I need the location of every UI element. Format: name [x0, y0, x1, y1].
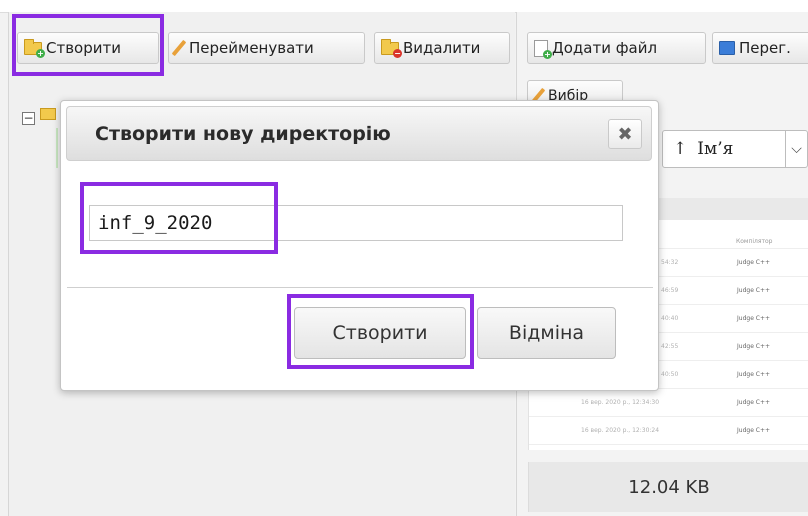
dialog-create-button[interactable]: Створити [294, 307, 466, 359]
dialog-divider [67, 287, 653, 288]
rename-button[interactable]: Перейменувати [168, 32, 365, 64]
dialog-create-label: Створити [332, 322, 428, 344]
pencil-icon [171, 39, 187, 57]
tree-collapse-toggle[interactable]: − [22, 112, 35, 125]
row-date: 40:50 [661, 371, 679, 378]
file-add-icon: + [534, 39, 552, 59]
view-button[interactable]: Перег. [712, 32, 808, 64]
view-label: Перег. [739, 39, 791, 57]
row-compiler: Judge C++ [737, 427, 771, 434]
create-folder-label: Створити [46, 39, 121, 57]
dialog-title: Створити нову директорію [95, 123, 391, 145]
dialog-cancel-label: Відміна [508, 322, 585, 344]
dialog-titlebar: Створити нову директорію ✖ [66, 106, 652, 161]
rename-label: Перейменувати [189, 39, 314, 57]
row-date: 42:55 [661, 343, 679, 350]
chevron-down-icon: ⌵ [785, 131, 807, 167]
row-date: 16 вер. 2020 р., 12:34:30 [581, 399, 660, 406]
view-icon [719, 41, 735, 55]
row-compiler: Judge C++ [737, 371, 771, 378]
row-date: 40:40 [661, 315, 679, 322]
new-directory-dialog: Створити нову директорію ✖ inf_9_2020 Ст… [60, 100, 659, 391]
table-row[interactable]: 16 вер. 2020 р., 12:34:30 Judge C++ [529, 389, 808, 417]
column-header-compiler: Компілятор [736, 238, 773, 245]
row-compiler: Judge C++ [737, 343, 771, 350]
row-date: 54:32 [661, 259, 679, 266]
folder-delete-icon: − [381, 38, 402, 58]
delete-folder-button[interactable]: − Видалити [374, 32, 510, 64]
row-compiler: Judge C++ [737, 259, 771, 266]
add-file-button[interactable]: + Додати файл [527, 32, 706, 64]
sort-field-label: Ім’я [697, 139, 734, 159]
close-button[interactable]: ✖ [608, 119, 642, 149]
delete-folder-label: Видалити [403, 39, 481, 57]
dialog-cancel-button[interactable]: Відміна [477, 307, 616, 359]
sort-select[interactable]: ↑ Ім’я ⌵ [662, 130, 808, 168]
table-row[interactable]: 16 вер. 2020 р., 12:30:24 Judge C++ [529, 417, 808, 445]
row-date: 16 вер. 2020 р., 12:30:24 [581, 427, 660, 434]
file-size-label: 12.04 KB [528, 462, 808, 512]
row-compiler: Judge C++ [737, 287, 771, 294]
close-icon: ✖ [617, 123, 633, 145]
create-folder-button[interactable]: + Створити [17, 32, 159, 64]
add-file-label: Додати файл [552, 39, 658, 57]
row-date: 46:59 [661, 287, 679, 294]
tree-folder-icon [40, 108, 56, 120]
folder-add-icon: + [24, 38, 45, 58]
directory-name-input[interactable]: inf_9_2020 [89, 205, 623, 241]
sort-direction-icon: ↑ [673, 139, 688, 159]
row-compiler: Judge C++ [737, 315, 771, 322]
tree-line [56, 128, 58, 168]
row-compiler: Judge C++ [737, 399, 771, 406]
